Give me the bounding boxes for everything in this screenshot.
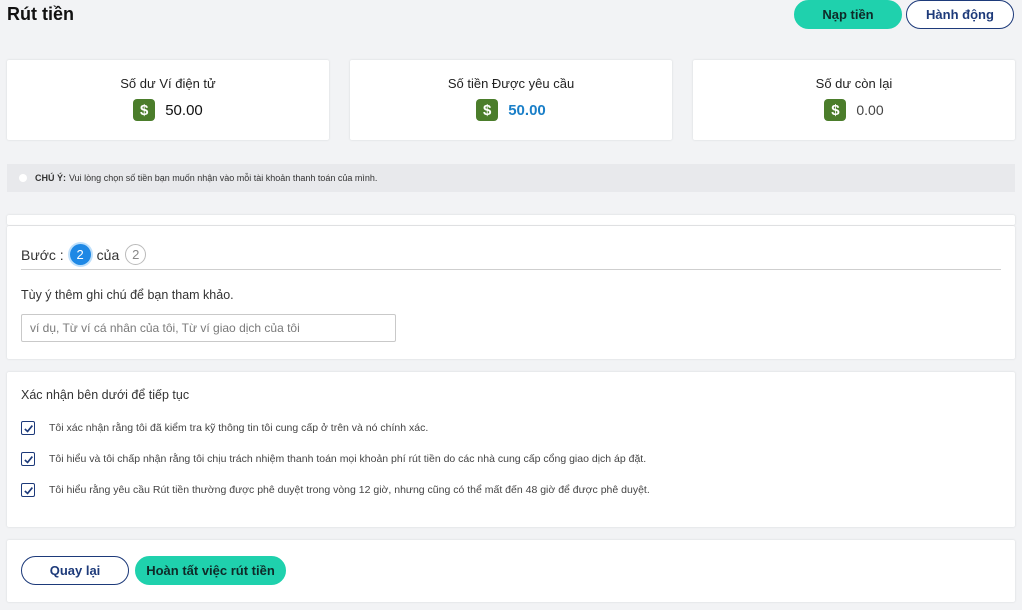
check-icon [23, 455, 33, 464]
notice-text: Vui lòng chọn số tiền bạn muốn nhận vào … [69, 173, 378, 183]
divider [21, 269, 1001, 270]
notice-label: CHÚ Ý: [35, 173, 66, 183]
note-label: Tùy ý thêm ghi chú để bạn tham khảo. [21, 288, 234, 302]
finish-withdrawal-button[interactable]: Hoàn tất việc rút tiền [135, 556, 286, 585]
confirmation-card: Xác nhận bên dưới để tiếp tục Tôi xác nh… [7, 372, 1015, 527]
actions-button[interactable]: Hành động [906, 0, 1014, 29]
footer-actions: Quay lại Hoàn tất việc rút tiền [7, 540, 1015, 602]
confirm-checkbox[interactable] [21, 483, 35, 497]
requested-amount-value: 50.00 [508, 101, 546, 119]
header-actions: Nạp tiền Hành động [794, 0, 1014, 29]
confirm-item: Tôi hiểu và tôi chấp nhận rằng tôi chịu … [21, 452, 646, 466]
check-icon [23, 424, 33, 433]
confirm-checkbox[interactable] [21, 421, 35, 435]
current-step-badge: 2 [69, 244, 91, 265]
total-steps-badge: 2 [125, 244, 147, 265]
stat-title: Số tiền Được yêu cầu [447, 76, 575, 91]
wallet-balance-value: 50.00 [165, 101, 203, 119]
confirm-item-label: Tôi hiểu và tôi chấp nhận rằng tôi chịu … [49, 453, 647, 465]
stat-title: Số dư còn lại [815, 76, 893, 91]
info-icon [19, 174, 27, 182]
confirm-item: Tôi hiểu rằng yêu cầu Rút tiền thường đư… [21, 483, 650, 497]
dollar-icon: $ [133, 99, 156, 121]
section-spacer [7, 215, 1015, 225]
confirm-item-label: Tôi hiểu rằng yêu cầu Rút tiền thường đư… [49, 484, 650, 496]
step-of-label: của [96, 246, 120, 263]
back-button[interactable]: Quay lại [21, 556, 129, 585]
remaining-balance-value: 0.00 [856, 102, 884, 118]
confirmation-title: Xác nhận bên dưới để tiếp tục [21, 388, 190, 402]
note-input[interactable] [21, 314, 396, 342]
page-title: Rút tiền [7, 4, 74, 24]
confirm-item-label: Tôi xác nhận rằng tôi đã kiểm tra kỹ thô… [49, 422, 429, 434]
remaining-balance-card: Số dư còn lại $ 0.00 [693, 60, 1015, 140]
notice-banner: CHÚ Ý: Vui lòng chọn số tiền bạn muốn nh… [7, 164, 1015, 192]
requested-amount-card: Số tiền Được yêu cầu $ 50.00 [350, 60, 672, 140]
deposit-button[interactable]: Nạp tiền [794, 0, 902, 29]
dollar-icon: $ [824, 99, 847, 121]
wallet-balance-card: Số dư Ví điện tử $ 50.00 [7, 60, 329, 140]
step-card: Bước : 2 của 2 Tùy ý thêm ghi chú để bạn… [7, 226, 1015, 359]
step-indicator: Bước : 2 của 2 [21, 244, 152, 265]
confirm-item: Tôi xác nhận rằng tôi đã kiểm tra kỹ thô… [21, 421, 428, 435]
step-prefix: Bước : [21, 246, 64, 263]
confirm-checkbox[interactable] [21, 452, 35, 466]
dollar-icon: $ [476, 99, 499, 121]
stat-title: Số dư Ví điện tử [120, 76, 216, 91]
check-icon [23, 486, 33, 495]
